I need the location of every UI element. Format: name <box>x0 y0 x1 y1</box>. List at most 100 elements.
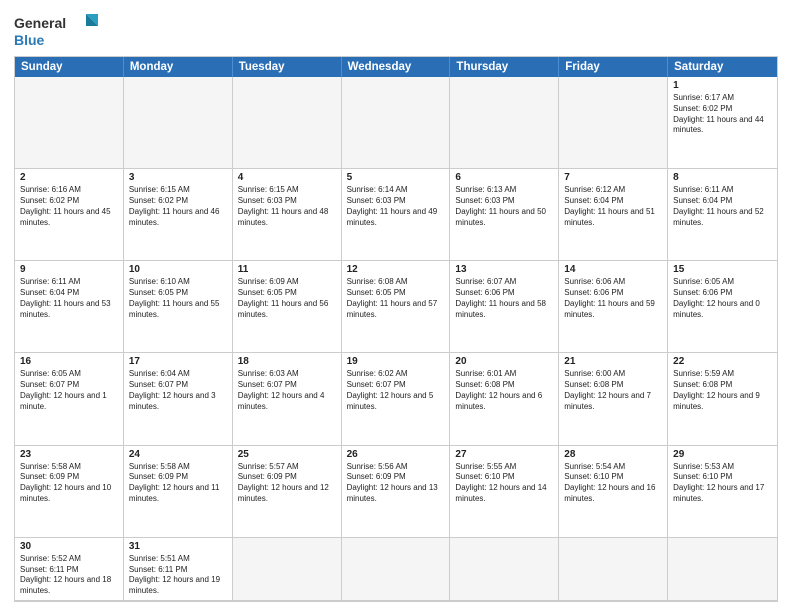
cell-info: Sunrise: 6:01 AMSunset: 6:08 PMDaylight:… <box>455 369 553 412</box>
calendar-cell-20: 20 Sunrise: 6:01 AMSunset: 6:08 PMDayligh… <box>450 353 559 445</box>
cell-date-number: 16 <box>20 356 118 367</box>
calendar-cell-empty <box>233 538 342 601</box>
cell-info: Sunrise: 5:57 AMSunset: 6:09 PMDaylight:… <box>238 462 336 505</box>
calendar-cell-21: 21Sunrise: 6:00 AMSunset: 6:08 PMDayligh… <box>559 353 668 445</box>
cell-date-number: 17 <box>129 356 227 367</box>
cell-info: Sunrise: 5:55 AMSunset: 6:10 PMDaylight:… <box>455 462 553 505</box>
day-headers: SundayMondayTuesdayWednesdayThursdayFrid… <box>15 57 777 77</box>
cell-info: Sunrise: 6:13 AMSunset: 6:03 PMDaylight:… <box>455 185 553 228</box>
calendar-cell-19: 19 Sunrise: 6:02 AMSunset: 6:07 PMDayligh… <box>342 353 451 445</box>
calendar-cell-empty <box>342 77 451 169</box>
cell-date-number: 27 <box>455 449 553 460</box>
cell-info: Sunrise: 5:58 AMSunset: 6:09 PMDaylight:… <box>20 462 118 505</box>
cell-info: Sunrise: 6:15 AMSunset: 6:03 PMDaylight:… <box>238 185 336 228</box>
calendar-grid: 1Sunrise: 6:17 AMSunset: 6:02 PMDaylight… <box>15 77 777 601</box>
calendar-cell-17: 17 Sunrise: 6:04 AMSunset: 6:07 PMDayligh… <box>124 353 233 445</box>
cell-date-number: 13 <box>455 264 553 275</box>
cell-date-number: 23 <box>20 449 118 460</box>
calendar-cell-13: 13 Sunrise: 6:07 AMSunset: 6:06 PMDayligh… <box>450 261 559 353</box>
day-header-saturday: Saturday <box>668 57 777 77</box>
cell-date-number: 4 <box>238 172 336 183</box>
cell-date-number: 15 <box>673 264 772 275</box>
cell-date-number: 29 <box>673 449 772 460</box>
cell-date-number: 10 <box>129 264 227 275</box>
calendar-cell-1: 1Sunrise: 6:17 AMSunset: 6:02 PMDaylight… <box>668 77 777 169</box>
calendar-cell-2: 2 Sunrise: 6:16 AMSunset: 6:02 PMDaylight… <box>15 169 124 261</box>
cell-info: Sunrise: 5:59 AMSunset: 6:08 PMDaylight:… <box>673 369 772 412</box>
calendar-cell-11: 11Sunrise: 6:09 AMSunset: 6:05 PMDayligh… <box>233 261 342 353</box>
calendar-cell-31: 31 Sunrise: 5:51 AMSunset: 6:11 PMDayligh… <box>124 538 233 601</box>
cell-date-number: 5 <box>347 172 445 183</box>
cell-date-number: 19 <box>347 356 445 367</box>
calendar-cell-7: 7 Sunrise: 6:12 AMSunset: 6:04 PMDaylight… <box>559 169 668 261</box>
cell-info: Sunrise: 5:52 AMSunset: 6:11 PMDaylight:… <box>20 554 118 597</box>
cell-date-number: 31 <box>129 541 227 552</box>
cell-info: Sunrise: 6:08 AMSunset: 6:05 PMDaylight:… <box>347 277 445 320</box>
calendar-cell-9: 9 Sunrise: 6:11 AMSunset: 6:04 PMDaylight… <box>15 261 124 353</box>
calendar-cell-empty <box>559 77 668 169</box>
calendar-cell-empty <box>124 77 233 169</box>
cell-date-number: 12 <box>347 264 445 275</box>
header: General Blue <box>14 10 778 50</box>
cell-date-number: 25 <box>238 449 336 460</box>
cell-date-number: 30 <box>20 541 118 552</box>
logo: General Blue <box>14 10 104 50</box>
cell-info: Sunrise: 6:12 AMSunset: 6:04 PMDaylight:… <box>564 185 662 228</box>
calendar-cell-14: 14 Sunrise: 6:06 AMSunset: 6:06 PMDayligh… <box>559 261 668 353</box>
calendar-cell-15: 15Sunrise: 6:05 AMSunset: 6:06 PMDayligh… <box>668 261 777 353</box>
cell-info: Sunrise: 5:54 AMSunset: 6:10 PMDaylight:… <box>564 462 662 505</box>
cell-date-number: 28 <box>564 449 662 460</box>
calendar-cell-4: 4 Sunrise: 6:15 AMSunset: 6:03 PMDaylight… <box>233 169 342 261</box>
day-header-friday: Friday <box>559 57 668 77</box>
cell-date-number: 7 <box>564 172 662 183</box>
cell-info: Sunrise: 5:53 AMSunset: 6:10 PMDaylight:… <box>673 462 772 505</box>
cell-info: Sunrise: 6:11 AMSunset: 6:04 PMDaylight:… <box>673 185 772 228</box>
cell-info: Sunrise: 6:07 AMSunset: 6:06 PMDaylight:… <box>455 277 553 320</box>
calendar-cell-24: 24Sunrise: 5:58 AMSunset: 6:09 PMDayligh… <box>124 446 233 538</box>
cell-info: Sunrise: 6:00 AMSunset: 6:08 PMDaylight:… <box>564 369 662 412</box>
calendar-cell-empty <box>668 538 777 601</box>
calendar-cell-empty <box>450 77 559 169</box>
cell-date-number: 9 <box>20 264 118 275</box>
cell-info: Sunrise: 6:02 AMSunset: 6:07 PMDaylight:… <box>347 369 445 412</box>
calendar-cell-empty <box>233 77 342 169</box>
cell-info: Sunrise: 6:05 AMSunset: 6:07 PMDaylight:… <box>20 369 118 412</box>
calendar-cell-30: 30 Sunrise: 5:52 AMSunset: 6:11 PMDayligh… <box>15 538 124 601</box>
calendar-cell-6: 6 Sunrise: 6:13 AMSunset: 6:03 PMDaylight… <box>450 169 559 261</box>
calendar-cell-25: 25 Sunrise: 5:57 AMSunset: 6:09 PMDayligh… <box>233 446 342 538</box>
day-header-sunday: Sunday <box>15 57 124 77</box>
cell-date-number: 8 <box>673 172 772 183</box>
day-header-wednesday: Wednesday <box>342 57 451 77</box>
cell-date-number: 14 <box>564 264 662 275</box>
cell-info: Sunrise: 5:51 AMSunset: 6:11 PMDaylight:… <box>129 554 227 597</box>
calendar-cell-27: 27 Sunrise: 5:55 AMSunset: 6:10 PMDayligh… <box>450 446 559 538</box>
cell-date-number: 1 <box>673 80 772 91</box>
calendar-cell-22: 22Sunrise: 5:59 AMSunset: 6:08 PMDayligh… <box>668 353 777 445</box>
svg-text:Blue: Blue <box>14 32 45 48</box>
calendar-cell-10: 10 Sunrise: 6:10 AMSunset: 6:05 PMDayligh… <box>124 261 233 353</box>
svg-text:General: General <box>14 15 66 31</box>
generalblue-logo-icon: General Blue <box>14 10 104 50</box>
calendar-cell-empty <box>342 538 451 601</box>
cell-date-number: 11 <box>238 264 336 275</box>
day-header-thursday: Thursday <box>450 57 559 77</box>
cell-date-number: 3 <box>129 172 227 183</box>
cell-info: Sunrise: 6:15 AMSunset: 6:02 PMDaylight:… <box>129 185 227 228</box>
cell-info: Sunrise: 6:06 AMSunset: 6:06 PMDaylight:… <box>564 277 662 320</box>
cell-date-number: 6 <box>455 172 553 183</box>
cell-date-number: 2 <box>20 172 118 183</box>
cell-info: Sunrise: 6:10 AMSunset: 6:05 PMDaylight:… <box>129 277 227 320</box>
calendar-cell-empty <box>15 77 124 169</box>
calendar-cell-16: 16 Sunrise: 6:05 AMSunset: 6:07 PMDayligh… <box>15 353 124 445</box>
cell-date-number: 18 <box>238 356 336 367</box>
page: General Blue SundayMondayTuesdayWednesda… <box>0 0 792 612</box>
calendar-cell-28: 28 Sunrise: 5:54 AMSunset: 6:10 PMDayligh… <box>559 446 668 538</box>
cell-date-number: 20 <box>455 356 553 367</box>
cell-info: Sunrise: 6:04 AMSunset: 6:07 PMDaylight:… <box>129 369 227 412</box>
calendar: SundayMondayTuesdayWednesdayThursdayFrid… <box>14 56 778 602</box>
calendar-cell-12: 12 Sunrise: 6:08 AMSunset: 6:05 PMDayligh… <box>342 261 451 353</box>
calendar-cell-8: 8 Sunrise: 6:11 AMSunset: 6:04 PMDaylight… <box>668 169 777 261</box>
cell-info: Sunrise: 6:16 AMSunset: 6:02 PMDaylight:… <box>20 185 118 228</box>
cell-info: Sunrise: 6:11 AMSunset: 6:04 PMDaylight:… <box>20 277 118 320</box>
cell-info: Sunrise: 6:14 AMSunset: 6:03 PMDaylight:… <box>347 185 445 228</box>
